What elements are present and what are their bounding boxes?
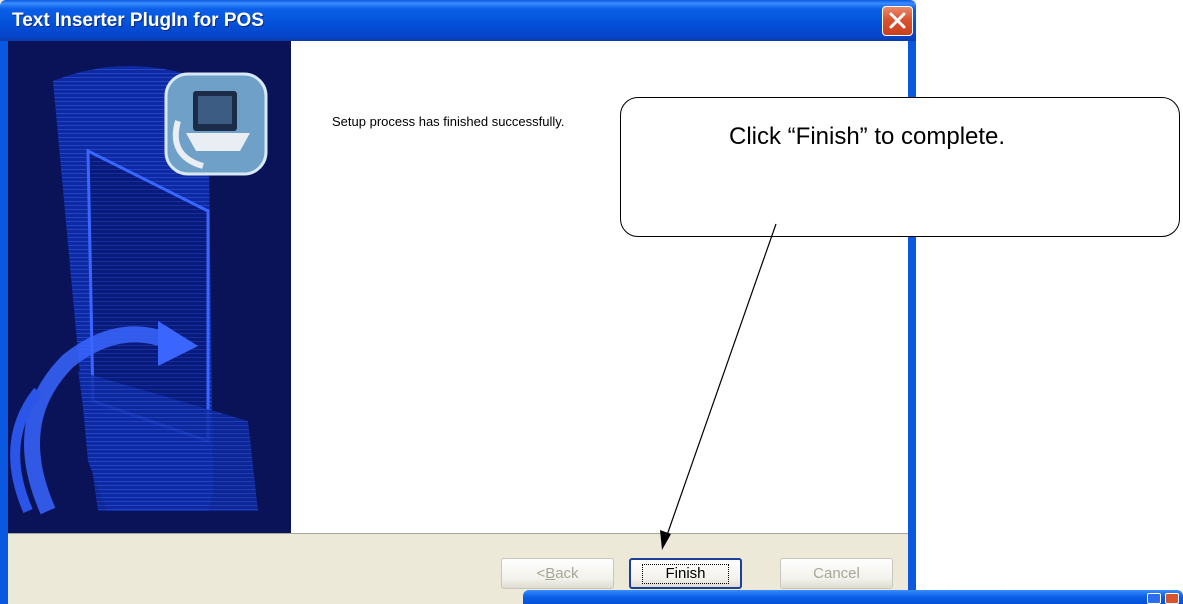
setup-complete-message: Setup process has finished successfully. — [332, 114, 565, 129]
maximize-icon[interactable] — [1147, 593, 1161, 604]
back-button-prefix: < — [536, 565, 546, 582]
setup-wizard-window: Text Inserter PlugIn for POS Setup proce… — [0, 0, 916, 604]
cancel-button[interactable]: Cancel — [780, 558, 893, 589]
cancel-button-label: Cancel — [813, 565, 860, 582]
wizard-side-banner — [8, 41, 291, 533]
window-frame-left — [0, 41, 8, 604]
close-button[interactable] — [882, 6, 913, 36]
background-window-titlebar[interactable] — [523, 590, 1183, 604]
callout-text: Click “Finish” to complete. — [729, 123, 1006, 150]
back-button[interactable]: < Back — [501, 558, 614, 589]
close-icon — [889, 12, 906, 29]
back-button-rest: ack — [555, 565, 579, 582]
installer-monitor-icon — [164, 72, 268, 176]
instruction-callout: Click “Finish” to complete. — [620, 97, 1180, 237]
close-icon[interactable] — [1165, 593, 1179, 604]
finish-button[interactable]: Finish — [629, 558, 742, 589]
back-button-mnemonic: B — [545, 565, 556, 582]
setup-graphic — [10, 66, 268, 515]
finish-button-label: Finish — [642, 563, 729, 584]
window-title: Text Inserter PlugIn for POS — [12, 10, 264, 31]
title-bar[interactable]: Text Inserter PlugIn for POS — [0, 0, 916, 41]
